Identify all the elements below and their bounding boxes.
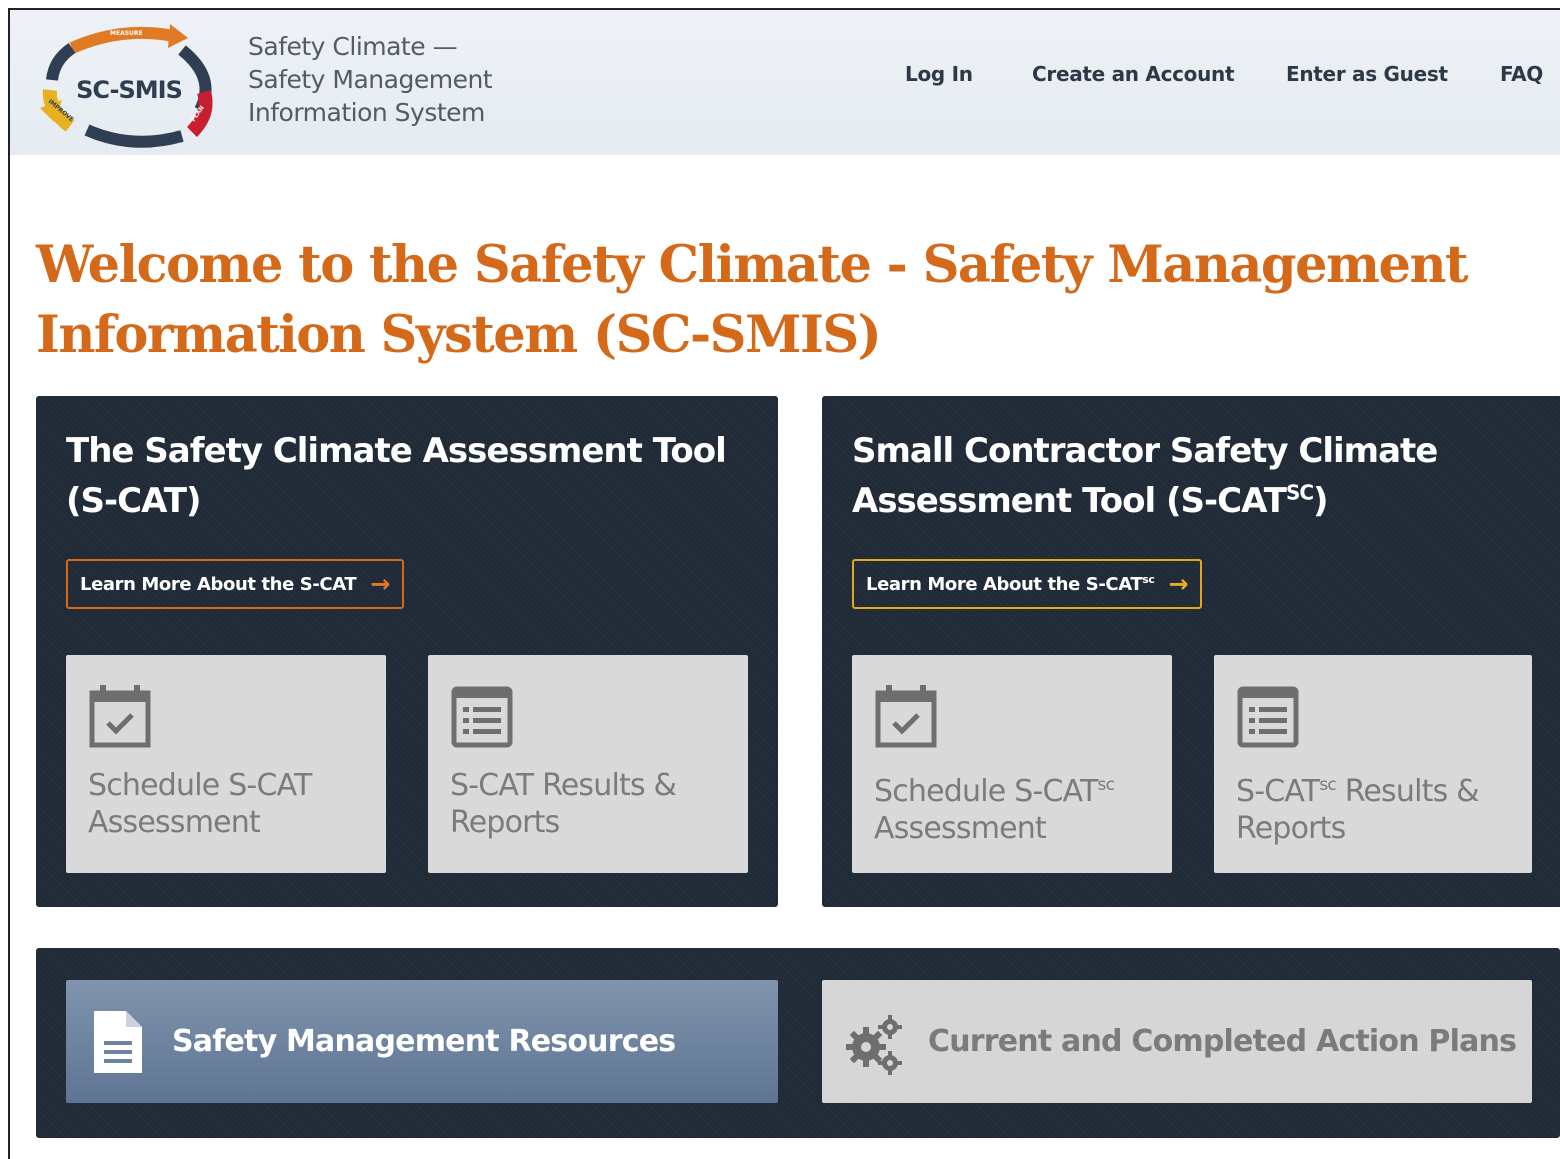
page-title-line1: Welcome to the Safety Climate - Safety M… xyxy=(36,235,1469,295)
schedule-scat-line2: Assessment xyxy=(88,805,261,840)
gears-icon xyxy=(846,1014,902,1075)
schedule-scat-line1: Schedule S-CAT xyxy=(88,768,312,803)
arrow-right-icon: → xyxy=(1168,570,1189,598)
safety-management-resources-label: Safety Management Resources xyxy=(172,1024,676,1059)
scatsc-title-line1: Small Contractor Safety Climate xyxy=(852,431,1438,471)
scatsc-results-tile[interactable]: S-CATsc Results & Reports xyxy=(1214,655,1532,873)
site-title-line1: Safety Climate — xyxy=(248,32,458,61)
action-plans-label: Current and Completed Action Plans xyxy=(928,1024,1517,1059)
action-plans-button[interactable]: Current and Completed Action Plans xyxy=(822,980,1532,1103)
scat-panel: The Safety Climate Assessment Tool (S-CA… xyxy=(36,396,778,907)
schedule-scatsc-line1: Schedule S-CATsc xyxy=(874,774,1115,809)
scat-title-line2: (S-CAT) xyxy=(66,481,201,521)
scatsc-results-line2: Reports xyxy=(1236,811,1346,846)
list-icon xyxy=(451,686,513,748)
site-title-line3: Information System xyxy=(248,98,485,127)
arrow-right-icon: → xyxy=(370,570,390,598)
resources-band: Safety Management Resources Current and … xyxy=(36,948,1560,1138)
scatsc-results-label: S-CATsc Results & Reports xyxy=(1236,767,1526,847)
page-title-line2: Information System (SC-SMIS) xyxy=(36,305,882,365)
page-title: Welcome to the Safety Climate - Safety M… xyxy=(36,230,1536,370)
login-link[interactable]: Log In xyxy=(905,62,973,86)
scat-results-label: S-CAT Results & Reports xyxy=(450,767,740,841)
scat-results-line1: S-CAT Results & xyxy=(450,768,677,803)
learn-more-scat-button[interactable]: Learn More About the S-CAT → xyxy=(66,559,404,609)
scatsc-panel-title: Small Contractor Safety Climate Assessme… xyxy=(852,426,1438,526)
faq-link[interactable]: FAQ xyxy=(1500,62,1543,86)
scat-results-line2: Reports xyxy=(450,805,560,840)
scat-results-tile[interactable]: S-CAT Results & Reports xyxy=(428,655,748,873)
enter-as-guest-link[interactable]: Enter as Guest xyxy=(1286,62,1448,86)
scatsc-title-line2: Assessment Tool (S-CATSC) xyxy=(852,480,1329,521)
schedule-scatsc-tile[interactable]: Schedule S-CATsc Assessment xyxy=(852,655,1172,873)
document-icon xyxy=(94,1010,142,1073)
page-frame: MEASURE PLAN IMPROVE SC-SMIS Safety Clim… xyxy=(8,8,1560,1159)
calendar-check-icon xyxy=(875,685,937,748)
scat-title-line1: The Safety Climate Assessment Tool xyxy=(66,431,727,471)
list-icon xyxy=(1237,686,1299,748)
scatsc-results-line1: S-CATsc Results & xyxy=(1236,774,1480,809)
site-header: MEASURE PLAN IMPROVE SC-SMIS Safety Clim… xyxy=(10,10,1560,155)
top-nav: Log In Create an Account Enter as Guest … xyxy=(10,62,1560,92)
schedule-scat-label: Schedule S-CAT Assessment xyxy=(88,767,378,841)
learn-more-scatsc-button[interactable]: Learn More About the S-CATsc → xyxy=(852,559,1203,609)
calendar-check-icon xyxy=(89,685,151,748)
scat-panel-title: The Safety Climate Assessment Tool (S-CA… xyxy=(66,426,727,526)
logo-arc-measure: MEASURE xyxy=(110,30,143,37)
scatsc-panel: Small Contractor Safety Climate Assessme… xyxy=(822,396,1560,907)
schedule-scat-tile[interactable]: Schedule S-CAT Assessment xyxy=(66,655,386,873)
learn-more-scatsc-label: Learn More About the S-CATsc xyxy=(866,573,1155,595)
safety-management-resources-button[interactable]: Safety Management Resources xyxy=(66,980,778,1103)
create-account-link[interactable]: Create an Account xyxy=(1032,62,1235,86)
schedule-scatsc-line2: Assessment xyxy=(874,811,1047,846)
learn-more-scat-label: Learn More About the S-CAT xyxy=(80,573,357,595)
schedule-scatsc-label: Schedule S-CATsc Assessment xyxy=(874,767,1164,847)
